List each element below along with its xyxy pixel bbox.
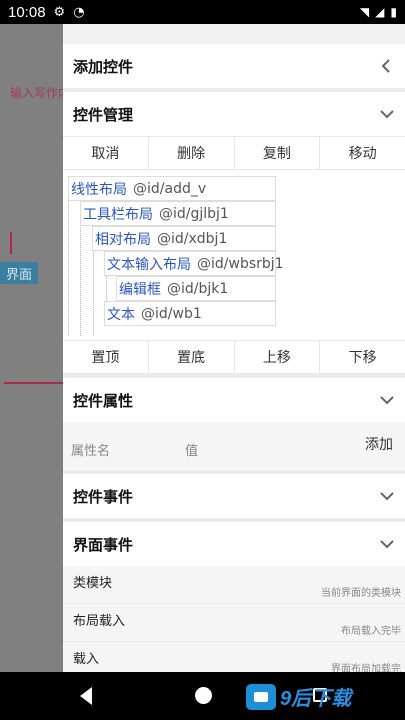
tree-node[interactable]: 工具栏布局 @id/gjlbj1 bbox=[80, 201, 276, 226]
chevron-down-icon[interactable] bbox=[379, 488, 395, 504]
tree-node-id: @id/wb1 bbox=[141, 305, 202, 322]
clock: 10:08 bbox=[8, 3, 46, 21]
attr-name-label: 属性名 bbox=[71, 444, 111, 459]
background-underline bbox=[4, 382, 63, 384]
add-attribute-button[interactable]: 添加 bbox=[365, 434, 393, 454]
tree-node-name: 文本输入布局 bbox=[107, 256, 191, 273]
status-bar: 10:08 ⚙ ◔ ◥ ◢ ▮ bbox=[0, 0, 405, 24]
copy-button[interactable]: 复制 bbox=[235, 137, 321, 169]
attribute-row: 属性名 值 添加 bbox=[63, 422, 405, 470]
move-down-button[interactable]: 下移 bbox=[320, 341, 405, 373]
tree-node-name: 文本 bbox=[107, 306, 135, 323]
watermark-text: 9后下载 bbox=[280, 688, 352, 710]
widget-events-header[interactable]: 控件事件 bbox=[63, 474, 405, 518]
home-icon[interactable] bbox=[195, 687, 212, 704]
tree-node[interactable]: 文本输入布局 @id/wbsrbj1 bbox=[104, 251, 284, 276]
manage-button-row: 取消 删除 复制 移动 bbox=[63, 136, 405, 170]
gear-icon: ⚙ bbox=[53, 4, 66, 20]
attr-value-label: 值 bbox=[185, 444, 199, 459]
tree-node-name: 相对布局 bbox=[95, 231, 151, 248]
event-title: 载入 bbox=[73, 652, 100, 667]
widget-events-title: 控件事件 bbox=[73, 487, 134, 506]
tree-node-id: @id/add_v bbox=[133, 180, 207, 197]
bring-to-top-button[interactable]: 置顶 bbox=[63, 341, 149, 373]
tree-node-id: @id/xdbj1 bbox=[157, 230, 228, 247]
side-drawer: 添加控件 控件管理 取消 删除 复制 移动 线性布局 @id/add_v 工具栏… bbox=[63, 24, 405, 672]
event-title: 类模块 bbox=[73, 576, 113, 591]
send-to-bottom-button[interactable]: 置底 bbox=[149, 341, 235, 373]
ui-events-header[interactable]: 界面事件 bbox=[63, 522, 405, 566]
chevron-down-icon[interactable] bbox=[379, 392, 395, 408]
tree-node[interactable]: 线性布局 @id/add_v bbox=[68, 176, 276, 201]
event-item-class-module[interactable]: 类模块 当前界面的类模块 bbox=[63, 566, 405, 604]
chevron-left-icon[interactable] bbox=[379, 58, 395, 74]
wifi-icon: ◥ bbox=[359, 5, 370, 19]
event-title: 布局载入 bbox=[73, 614, 126, 629]
tree-node[interactable]: 文本 @id/wb1 bbox=[104, 301, 276, 326]
widget-manage-title: 控件管理 bbox=[73, 105, 134, 124]
wifi-off-icon: ◔ bbox=[73, 4, 85, 20]
background-cursor bbox=[10, 232, 12, 254]
event-item-load[interactable]: 载入 界面布局加载完 bbox=[63, 642, 405, 672]
tree-node-name: 工具栏布局 bbox=[83, 206, 153, 223]
tree-node-name: 编辑框 bbox=[119, 281, 161, 298]
add-widget-title: 添加控件 bbox=[73, 57, 134, 76]
signal-icon: ◢ bbox=[375, 5, 385, 19]
watermark-logo-icon bbox=[246, 683, 276, 710]
battery-icon: ▮ bbox=[390, 5, 397, 19]
tree-node-id: @id/bjk1 bbox=[167, 280, 229, 297]
add-widget-header[interactable]: 添加控件 bbox=[63, 44, 405, 88]
widget-props-header[interactable]: 控件属性 bbox=[63, 378, 405, 422]
order-button-row: 置顶 置底 上移 下移 bbox=[63, 340, 405, 374]
tree-node[interactable]: 编辑框 @id/bjk1 bbox=[116, 276, 276, 301]
chevron-down-icon[interactable] bbox=[379, 106, 395, 122]
widget-props-title: 控件属性 bbox=[73, 391, 134, 410]
status-right: ◥ ◢ ▮ bbox=[360, 5, 397, 19]
event-item-layout-load[interactable]: 布局载入 布局载入完毕 bbox=[63, 604, 405, 642]
widget-tree: 线性布局 @id/add_v 工具栏布局 @id/gjlbj1 相对布局 @id… bbox=[63, 170, 405, 340]
tree-node-name: 线性布局 bbox=[71, 181, 127, 198]
background-hint: 输入写作内 bbox=[10, 86, 63, 100]
cancel-button[interactable]: 取消 bbox=[63, 137, 149, 169]
move-up-button[interactable]: 上移 bbox=[235, 341, 321, 373]
delete-button[interactable]: 删除 bbox=[149, 137, 235, 169]
watermark: 9后下载 bbox=[246, 682, 351, 711]
background-tag: 界面 bbox=[0, 262, 38, 284]
event-desc: 界面布局加载完 bbox=[331, 664, 401, 672]
tree-node-id: @id/wbsrbj1 bbox=[197, 255, 284, 272]
move-button[interactable]: 移动 bbox=[320, 137, 405, 169]
background-app: 输入写作内 界面 bbox=[0, 24, 63, 672]
event-desc: 当前界面的类模块 bbox=[321, 588, 401, 599]
widget-manage-header[interactable]: 控件管理 bbox=[63, 92, 405, 136]
event-desc: 布局载入完毕 bbox=[341, 626, 401, 637]
nav-bar: 9后下载 bbox=[0, 672, 405, 720]
back-icon[interactable] bbox=[78, 686, 94, 706]
ui-events-title: 界面事件 bbox=[73, 535, 134, 554]
chevron-down-icon[interactable] bbox=[379, 536, 395, 552]
tree-node-id: @id/gjlbj1 bbox=[159, 205, 229, 222]
tree-node[interactable]: 相对布局 @id/xdbj1 bbox=[92, 226, 276, 251]
